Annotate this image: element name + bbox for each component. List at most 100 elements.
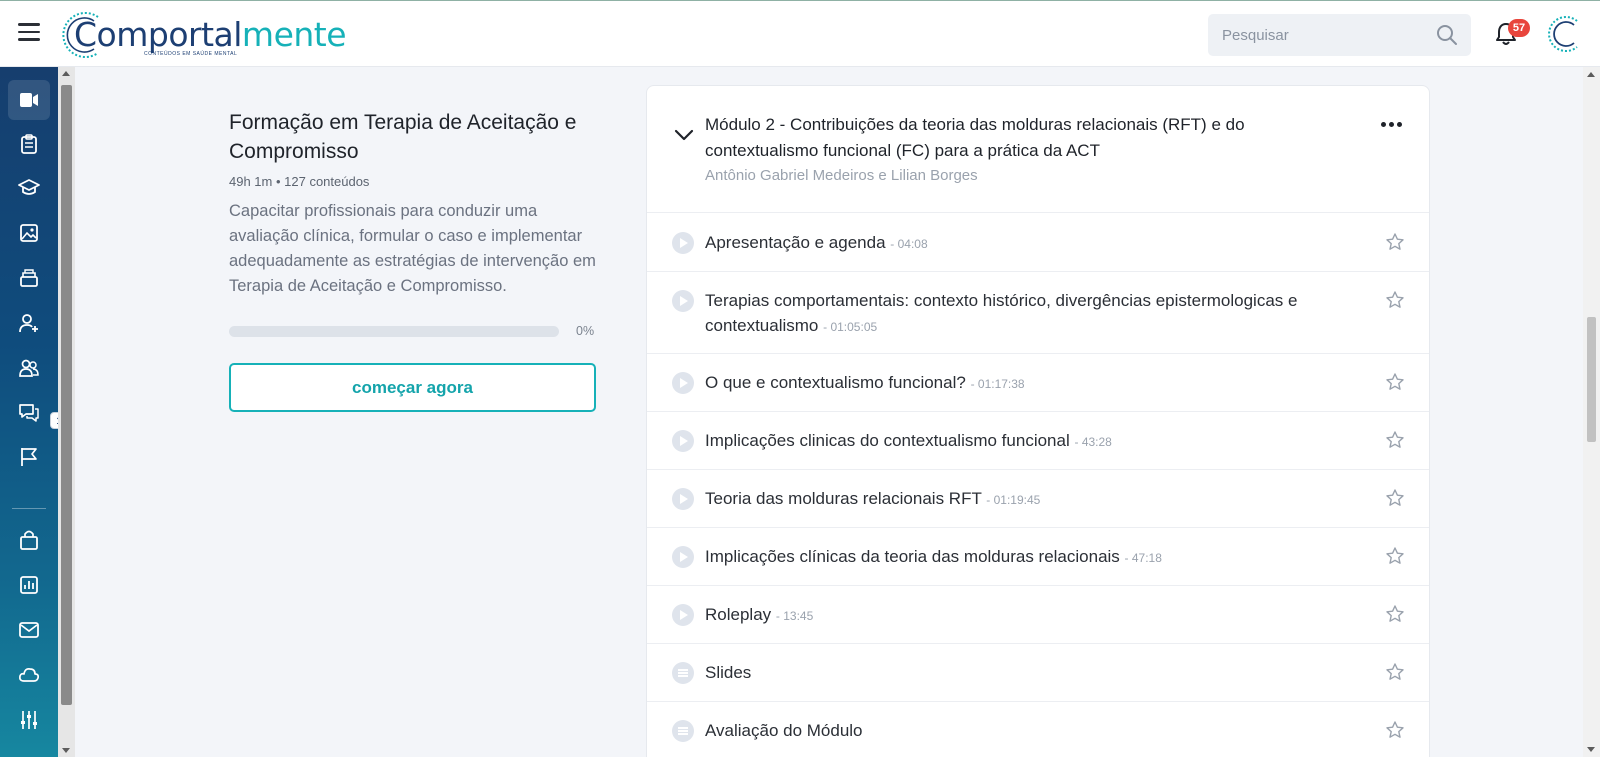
lesson-duration: - 43:28 [1074, 435, 1112, 449]
lesson-title-text: Implicações clinicas do contextualismo f… [705, 431, 1070, 450]
graduation-cap-icon [18, 179, 40, 195]
sidebar-item-analytics[interactable] [8, 565, 50, 605]
lesson-title[interactable]: Roleplay - 13:45 [705, 602, 1325, 629]
lesson-title-text: O que e contextualismo funcional? [705, 373, 966, 392]
sidebar-item-archive[interactable] [8, 258, 50, 298]
sidebar-item-cloud[interactable] [8, 655, 50, 695]
notification-badge: 57 [1508, 19, 1530, 37]
logo[interactable]: Comportalmente CONTEÚDOS EM SAÚDE MENTAL [56, 9, 347, 59]
lesson-row[interactable]: O que e contextualismo funcional? - 01:1… [647, 354, 1429, 412]
lesson-row[interactable]: Implicações clinicas do contextualismo f… [647, 412, 1429, 470]
favorite-star-icon[interactable] [1385, 662, 1405, 682]
course-meta: 49h 1m • 127 conteúdos [229, 174, 370, 189]
lesson-title[interactable]: Avaliação do Módulo [705, 718, 1325, 743]
flag-icon [21, 448, 37, 466]
search-box [1208, 14, 1471, 56]
sidebar [0, 67, 58, 757]
lesson-row[interactable]: Slides [647, 644, 1429, 702]
favorite-star-icon[interactable] [1385, 488, 1405, 508]
lesson-duration: - 13:45 [775, 609, 814, 623]
video-icon [20, 93, 38, 107]
scroll-down-arrow-icon[interactable] [1587, 747, 1595, 752]
lesson-title-text: Terapias comportamentais: contexto histó… [705, 291, 1298, 335]
lesson-row[interactable]: Avaliação do Módulo [647, 702, 1429, 757]
menu-icon[interactable] [18, 23, 40, 41]
favorite-star-icon[interactable] [1385, 430, 1405, 450]
sidebar-item-mail[interactable] [8, 610, 50, 650]
search-input[interactable] [1208, 14, 1428, 56]
mail-icon [19, 622, 39, 638]
image-icon [20, 224, 38, 242]
play-icon[interactable] [672, 430, 694, 452]
lesson-row[interactable]: Implicações clínicas da teoria das moldu… [647, 528, 1429, 586]
user-plus-icon [19, 314, 38, 333]
play-icon[interactable] [672, 488, 694, 510]
sidebar-item-groups[interactable] [8, 348, 50, 388]
sidebar-item-reports[interactable] [8, 437, 50, 477]
lesson-title[interactable]: Terapias comportamentais: contexto histó… [705, 288, 1325, 340]
more-options-icon[interactable] [1381, 122, 1402, 127]
play-icon[interactable] [672, 290, 694, 312]
lesson-title[interactable]: O que e contextualismo funcional? - 01:1… [705, 370, 1325, 397]
course-progress: 0% [229, 324, 596, 338]
sidebar-item-messages[interactable] [8, 393, 50, 433]
sidebar-item-settings[interactable] [8, 700, 50, 740]
lesson-row[interactable]: Teoria das molduras relacionais RFT - 01… [647, 470, 1429, 528]
course-title: Formação em Terapia de Aceitação e Compr… [229, 111, 577, 163]
document-icon[interactable] [672, 720, 694, 742]
lesson-duration: - 47:18 [1124, 551, 1162, 565]
start-now-button[interactable]: começar agora [229, 363, 596, 412]
chat-icon [19, 404, 39, 422]
sidebar-scrollbar[interactable] [58, 67, 75, 757]
scroll-thumb[interactable] [1587, 317, 1596, 442]
sidebar-item-store[interactable] [8, 520, 50, 560]
course-info: Formação em Terapia de Aceitação e Compr… [229, 108, 596, 412]
play-icon[interactable] [672, 372, 694, 394]
chevron-down-icon[interactable] [674, 128, 694, 142]
lesson-title[interactable]: Implicações clinicas do contextualismo f… [705, 428, 1325, 455]
lesson-title[interactable]: Implicações clínicas da teoria das moldu… [705, 544, 1325, 571]
lesson-duration: - 01:05:05 [823, 320, 878, 334]
favorite-star-icon[interactable] [1385, 372, 1405, 392]
logo-tagline: CONTEÚDOS EM SAÚDE MENTAL [144, 51, 238, 57]
lesson-title[interactable]: Apresentação e agenda - 04:08 [705, 230, 1325, 257]
sidebar-item-videos[interactable] [8, 80, 50, 120]
lesson-title[interactable]: Slides [705, 660, 1325, 685]
favorite-star-icon[interactable] [1385, 290, 1405, 310]
avatar[interactable] [1545, 13, 1587, 55]
logo-wordmark: Comportalmente [74, 15, 347, 54]
favorite-star-icon[interactable] [1385, 604, 1405, 624]
lesson-duration: - 01:17:38 [970, 377, 1025, 391]
scroll-down-arrow-icon[interactable] [62, 748, 70, 753]
lesson-row[interactable]: Apresentação e agenda - 04:08 [647, 214, 1429, 272]
favorite-star-icon[interactable] [1385, 720, 1405, 740]
scroll-thumb[interactable] [61, 85, 72, 705]
play-icon[interactable] [672, 604, 694, 626]
lesson-title-text: Avaliação do Módulo [705, 721, 863, 740]
favorite-star-icon[interactable] [1385, 232, 1405, 252]
module-title: Módulo 2 - Contribuições da teoria das m… [705, 115, 1245, 160]
cloud-icon [18, 668, 40, 682]
shopping-bag-icon [20, 530, 38, 550]
lesson-title-text: Teoria das molduras relacionais RFT [705, 489, 982, 508]
lesson-title-text: Implicações clínicas da teoria das moldu… [705, 547, 1120, 566]
lesson-duration: - 04:08 [890, 237, 928, 251]
scroll-up-arrow-icon[interactable] [1587, 72, 1595, 77]
sidebar-item-courses[interactable] [8, 168, 50, 208]
lesson-title-text: Slides [705, 663, 752, 682]
lesson-row[interactable]: Roleplay - 13:45 [647, 586, 1429, 644]
page-scrollbar[interactable] [1583, 67, 1600, 757]
scroll-up-arrow-icon[interactable] [62, 71, 70, 76]
document-icon[interactable] [672, 662, 694, 684]
play-icon[interactable] [672, 232, 694, 254]
course-description: Capacitar profissionais para conduzir um… [229, 202, 596, 295]
search-icon[interactable] [1435, 23, 1459, 47]
sidebar-item-tasks[interactable] [8, 124, 50, 164]
lesson-row[interactable]: Terapias comportamentais: contexto histó… [647, 272, 1429, 354]
sidebar-item-add-user[interactable] [8, 303, 50, 343]
favorite-star-icon[interactable] [1385, 546, 1405, 566]
lesson-title[interactable]: Teoria das molduras relacionais RFT - 01… [705, 486, 1325, 513]
sidebar-item-gallery[interactable] [8, 213, 50, 253]
play-icon[interactable] [672, 546, 694, 568]
progress-percent: 0% [576, 324, 595, 338]
